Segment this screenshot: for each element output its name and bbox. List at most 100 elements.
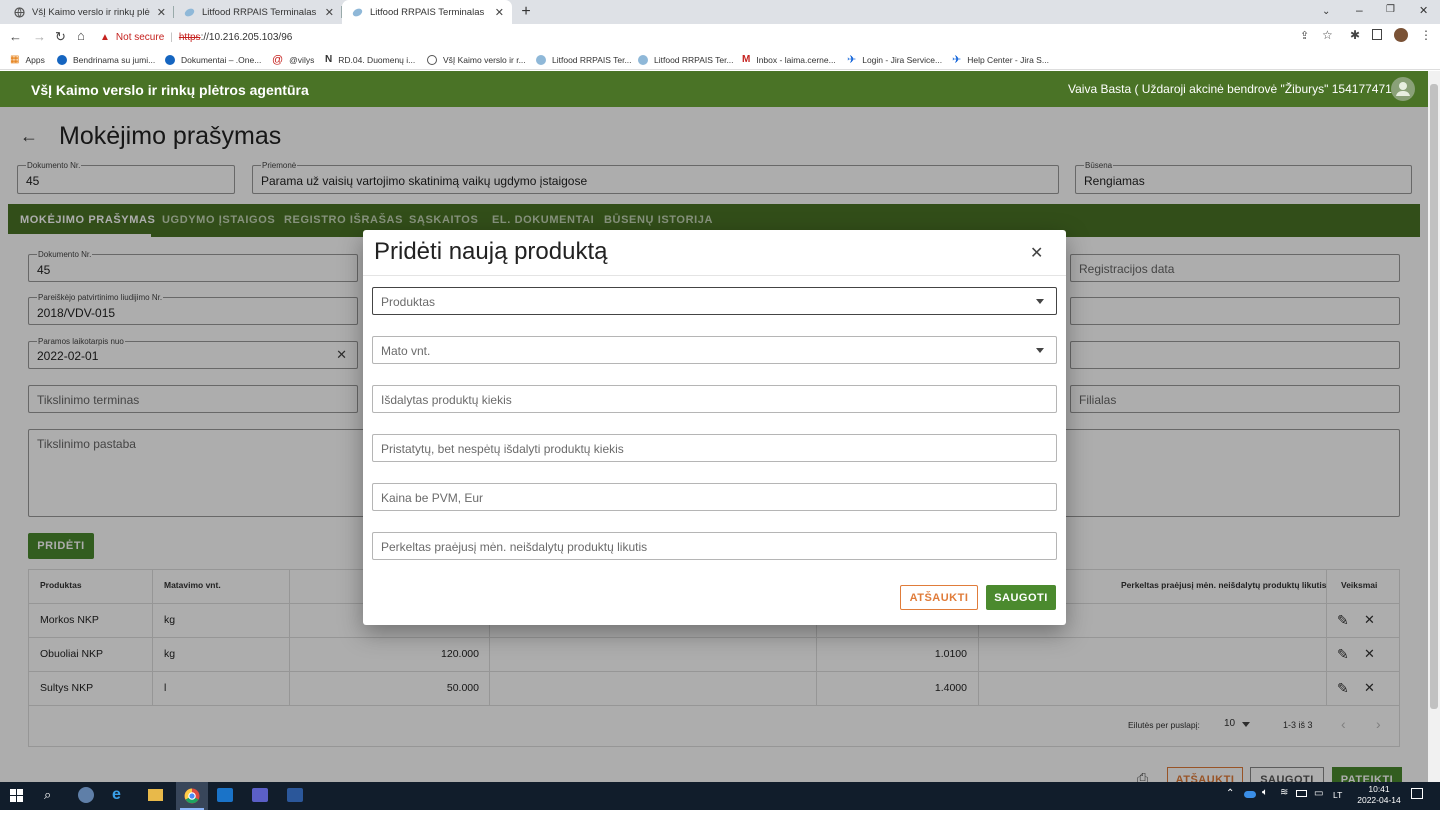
wifi-icon[interactable]: ≋ <box>1280 787 1288 798</box>
new-tab-button[interactable]: + <box>518 3 534 20</box>
jira-icon: ✈ <box>952 54 962 66</box>
restore-icon[interactable]: ❐ <box>1386 4 1395 15</box>
volume-icon[interactable]: 🔈︎ <box>1262 787 1268 798</box>
bookmark[interactable]: @ @vilys <box>272 49 314 70</box>
home-icon[interactable]: ⌂ <box>77 28 85 43</box>
windows-start-icon[interactable] <box>10 789 23 802</box>
bookmark-label: Bendrinama su jumi... <box>73 54 156 65</box>
leaf-icon <box>638 54 648 65</box>
extensions-icon[interactable]: ✱ <box>1350 28 1360 42</box>
bookmark-label: Apps <box>25 54 45 65</box>
clock-time: 10:41 <box>1368 784 1390 794</box>
bookmark-label: @vilys <box>289 54 315 65</box>
apps-grid-icon: ▦ <box>10 54 20 65</box>
distributed-quantity-input[interactable]: Išdalytas produktų kiekis <box>372 385 1057 413</box>
globe-icon <box>427 54 437 65</box>
tray-chevron-icon[interactable]: ⌃ <box>1226 788 1234 799</box>
file-explorer-icon[interactable] <box>148 789 163 801</box>
tab-search-icon[interactable]: ⌄ <box>1322 6 1330 17</box>
teams-icon[interactable] <box>252 788 268 802</box>
field-placeholder: Mato vnt. <box>381 344 431 358</box>
clock[interactable]: 10:41 2022-04-14 <box>1356 784 1402 806</box>
app-icon[interactable] <box>78 787 94 803</box>
bookmark[interactable]: Litfood RRPAIS Ter... <box>536 49 632 70</box>
bookmark-apps[interactable]: ▦ Apps <box>10 49 45 70</box>
language-indicator[interactable]: LT <box>1333 790 1342 800</box>
sidebar-icon[interactable] <box>1372 29 1382 40</box>
browser-tab-title: Litfood RRPAIS Terminalas <box>202 6 317 18</box>
url-scheme: https <box>178 31 201 43</box>
address-bar[interactable]: ▲ Not secure | https ://10.216.205.103/9… <box>100 28 1340 46</box>
jira-icon: ✈ <box>847 54 857 66</box>
bookmark-label: Inbox - laima.cerne... <box>756 54 836 65</box>
dropdown-arrow-icon <box>1036 299 1044 304</box>
unit-select[interactable]: Mato vnt. <box>372 336 1057 364</box>
battery-icon[interactable] <box>1296 790 1307 797</box>
browser-tab-active[interactable]: Litfood RRPAIS Terminalas ✕ <box>342 0 512 24</box>
bookmark[interactable]: VšĮ Kaimo verslo ir r... <box>427 49 526 70</box>
delivered-undistributed-input[interactable]: Pristatytų, bet nespėtų išdalyti produkt… <box>372 434 1057 462</box>
edge-icon[interactable]: e <box>112 786 121 804</box>
bookmark[interactable]: Litfood RRPAIS Ter... <box>638 49 734 70</box>
onedrive-icon[interactable] <box>1244 791 1256 798</box>
browser-tab[interactable]: Litfood RRPAIS Terminalas ✕ <box>174 0 342 24</box>
notifications-icon[interactable] <box>1411 788 1423 799</box>
chrome-taskbar-button[interactable] <box>176 782 208 810</box>
bookmark-label: RD.04. Duomenų i... <box>338 54 416 65</box>
leaf-icon <box>184 7 195 18</box>
field-placeholder: Išdalytas produktų kiekis <box>381 393 512 407</box>
outlook-icon[interactable] <box>217 788 233 802</box>
price-input[interactable]: Kaina be PVM, Eur <box>372 483 1057 511</box>
bookmark[interactable]: ✈ Login - Jira Service... <box>847 49 942 70</box>
menu-icon[interactable]: ⋮ <box>1420 28 1432 42</box>
bookmark[interactable]: M Inbox - laima.cerne... <box>742 49 836 70</box>
bookmark-label: VšĮ Kaimo verslo ir r... <box>443 54 526 65</box>
windows-taskbar <box>0 782 1440 810</box>
cancel-button[interactable]: ATŠAUKTI <box>900 585 978 610</box>
bookmark[interactable]: Bendrinama su jumi... <box>57 49 155 70</box>
close-icon[interactable]: ✕ <box>1030 243 1043 263</box>
field-placeholder: Kaina be PVM, Eur <box>381 491 484 505</box>
star-icon[interactable]: ☆ <box>1322 28 1333 42</box>
forward-icon[interactable]: → <box>33 29 46 44</box>
browser-tab[interactable]: VšĮ Kaimo verslo ir rinkų plėtros a ✕ <box>4 0 174 24</box>
close-tab-icon[interactable]: ✕ <box>325 6 334 19</box>
word-icon[interactable] <box>287 788 303 802</box>
leaf-icon <box>536 54 546 65</box>
field-placeholder: Pristatytų, bet nespėtų išdalyti produkt… <box>381 442 624 456</box>
at-icon: @ <box>272 53 284 66</box>
reload-icon[interactable]: ↻ <box>55 29 66 45</box>
globe-icon <box>14 6 25 18</box>
share-icon[interactable]: ⇪ <box>1300 29 1309 42</box>
bookmark-label: Help Center - Jira S... <box>967 54 1049 65</box>
warning-icon: ▲ <box>100 31 110 43</box>
field-placeholder: Produktas <box>381 295 436 309</box>
user-avatar[interactable] <box>1391 77 1415 101</box>
product-select[interactable]: Produktas <box>372 287 1057 315</box>
url-text: ://10.216.205.103/96 <box>200 31 293 43</box>
bookmark[interactable]: N RD.04. Duomenų i... <box>325 49 415 70</box>
close-tab-icon[interactable]: ✕ <box>495 6 504 19</box>
keyboard-icon[interactable]: ▭ <box>1314 788 1323 799</box>
search-icon[interactable]: ⌕ <box>44 787 51 803</box>
separator: | <box>170 31 173 43</box>
gmail-icon: M <box>742 54 751 65</box>
carried-over-input[interactable]: Perkeltas praėjusį mėn. neišdalytų produ… <box>372 532 1057 560</box>
window-close-icon[interactable]: ✕ <box>1419 4 1428 17</box>
save-button[interactable]: SAUGOTI <box>986 585 1056 610</box>
dropdown-arrow-icon <box>1036 348 1044 353</box>
close-tab-icon[interactable]: ✕ <box>157 6 166 19</box>
cloud-icon <box>57 54 67 65</box>
bookmark-label: Login - Jira Service... <box>862 54 943 65</box>
user-name[interactable]: Vaiva Basta ( Uždaroji akcinė bendrovė "… <box>1068 82 1399 96</box>
add-product-dialog: Pridėti naują produktą ✕ Produktas Mato … <box>363 230 1066 625</box>
minimize-icon[interactable]: – <box>1356 3 1363 17</box>
back-icon[interactable]: ← <box>9 29 22 44</box>
org-title: VšĮ Kaimo verslo ir rinkų plėtros agentū… <box>31 82 309 98</box>
chrome-icon <box>184 788 200 804</box>
bookmark[interactable]: Dokumentai – .One... <box>165 49 261 70</box>
scrollbar-thumb[interactable] <box>1430 84 1438 709</box>
bookmark[interactable]: ✈ Help Center - Jira S... <box>952 49 1049 70</box>
profile-avatar[interactable] <box>1394 28 1408 42</box>
browser-tab-title: Litfood RRPAIS Terminalas <box>370 6 485 18</box>
